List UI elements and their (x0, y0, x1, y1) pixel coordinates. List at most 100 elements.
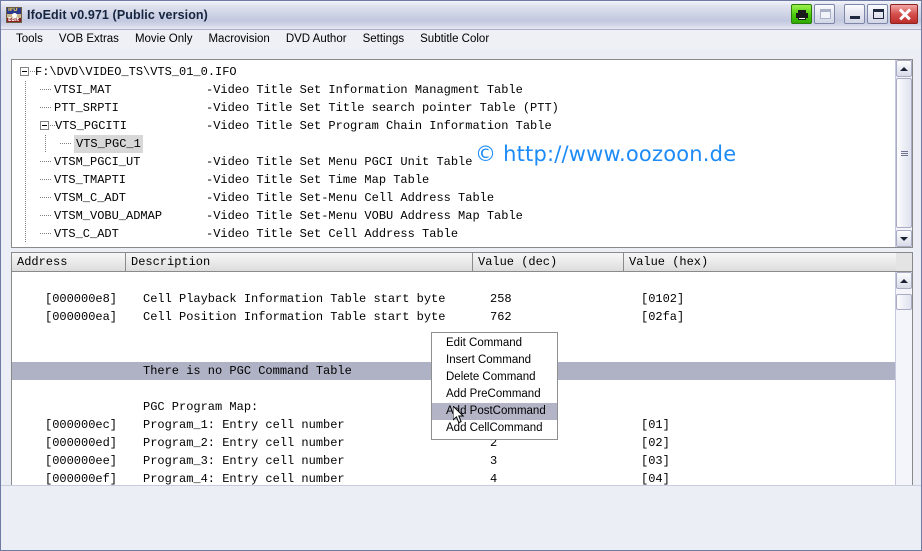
printer-icon (796, 10, 808, 20)
cell-value-dec: 762 (490, 310, 512, 324)
maximize-button[interactable] (867, 4, 888, 24)
print-button[interactable] (791, 4, 812, 24)
close-button[interactable] (890, 4, 918, 24)
tree-line (40, 179, 52, 180)
tree-line (25, 171, 26, 189)
tree-node-label: VTSM_PGCI_UT (54, 155, 141, 169)
minimize-icon (850, 16, 860, 19)
tree-node-description: -Video Title Set Menu PGCI Unit Table (206, 155, 473, 169)
context-menu-item-insert-command[interactable]: Insert Command (432, 352, 557, 369)
tree-node-description: -Video Title Set-Menu VOBU Address Map T… (206, 209, 523, 223)
tree-node-5[interactable]: VTS_TMAPTI -Video Title Set Time Map Tabl… (12, 171, 895, 189)
column-header-value-hex-[interactable]: Value (hex) (624, 253, 896, 271)
cell-value-dec: 258 (490, 292, 512, 306)
tree-line (60, 143, 72, 144)
table-row[interactable] (12, 272, 895, 290)
cell-description: Program_1: Entry cell number (143, 418, 345, 432)
column-header-description[interactable]: Description (126, 253, 473, 271)
menu-item-subtitle-color[interactable]: Subtitle Color (412, 32, 497, 47)
menu-item-dvd-author[interactable]: DVD Author (278, 32, 355, 47)
cell-value-hex: [02] (641, 436, 670, 450)
tree-node-0[interactable]: VTSI_MAT -Video Title Set Information Man… (12, 81, 895, 99)
menu-item-movie-only[interactable]: Movie Only (127, 32, 201, 47)
tree-node-label: PTT_SRPTI (54, 101, 119, 115)
tree-line (40, 161, 52, 162)
tree-line (25, 135, 26, 153)
grip-icon (901, 151, 908, 156)
title-bar: IFO Edit IfoEdit v0.971 (Public version) (1, 1, 921, 30)
list-header: Address Description Value (dec) Value (hex) (12, 253, 912, 272)
restore-small-button[interactable] (814, 4, 835, 24)
maximize-icon (873, 9, 884, 19)
tree-node-1[interactable]: PTT_SRPTI -Video Title Set Title search p… (12, 99, 895, 117)
tree-node-3[interactable]: VTS_PGC_1 (12, 135, 895, 153)
tree-collapse-icon[interactable] (20, 67, 29, 76)
column-header-address[interactable]: Address (12, 253, 126, 271)
bottom-toolbar: Show Reserved Values OpenSaveRegion free… (1, 485, 921, 550)
tree-node-description: -Video Title Set Time Map Table (206, 173, 430, 187)
titlebar-buttons (789, 4, 918, 24)
window-title: IfoEdit v0.971 (Public version) (27, 8, 208, 22)
cell-address: [000000ee] (45, 454, 118, 468)
table-row[interactable]: [000000ea] Cell Position Information Tabl… (12, 308, 895, 326)
table-row[interactable]: [000000e8] Cell Playback Information Tabl… (12, 290, 895, 308)
menu-item-tools[interactable]: Tools (8, 32, 51, 47)
chevron-up-icon (900, 278, 908, 283)
watermark: © http://www.oozoon.de (475, 142, 737, 166)
cell-value-dec: 3 (490, 454, 498, 468)
tree-node-label: VTS_PGC_1 (74, 135, 143, 153)
context-menu-item-add-cellcommand[interactable]: Add CellCommand (432, 420, 557, 437)
tree-line (45, 135, 46, 153)
ifo-structure-tree[interactable]: F:\DVD\VIDEO_TS\VTS_01_0.IFO VTSI_MAT -Vid… (11, 59, 913, 248)
tree-node-description: -Video Title Set Title search pointer Ta… (206, 101, 559, 115)
command-context-menu[interactable]: Edit Command Insert Command Delete Command… (431, 332, 558, 440)
column-header-value-dec-[interactable]: Value (dec) (473, 253, 624, 271)
tree-node-label: F:\DVD\VIDEO_TS\VTS_01_0.IFO (35, 65, 237, 79)
cell-value-hex: [0102] (641, 292, 685, 306)
tree-line (25, 117, 26, 135)
menu-item-settings[interactable]: Settings (355, 32, 413, 47)
context-menu-item-add-precommand[interactable]: Add PreCommand (432, 386, 557, 403)
restore-icon (820, 9, 831, 19)
tree-line (25, 153, 26, 171)
context-menu-item-delete-command[interactable]: Delete Command (432, 369, 557, 386)
menu-item-macrovision[interactable]: Macrovision (200, 32, 277, 47)
tree-node-description: -Video Title Set Program Chain Informati… (206, 119, 552, 133)
tree-line (40, 215, 52, 216)
table-row[interactable]: [000000ee] Program_3: Entry cell number 3 [… (12, 452, 895, 470)
tree-node-7[interactable]: VTSM_VOBU_ADMAP -Video Title Set-Menu VOB… (12, 207, 895, 225)
cell-address: [000000ec] (45, 418, 118, 432)
tree-node-root[interactable]: F:\DVD\VIDEO_TS\VTS_01_0.IFO (12, 63, 895, 81)
chevron-down-icon (900, 236, 908, 241)
tree-line (40, 233, 52, 234)
tree-node-4[interactable]: VTSM_PGCI_UT -Video Title Set Menu PGCI U… (12, 153, 895, 171)
tree-line (25, 207, 26, 225)
tree-scroll-up-button[interactable] (896, 60, 912, 77)
tree-line (25, 189, 26, 207)
tree-node-6[interactable]: VTSM_C_ADT -Video Title Set-Menu Cell Add… (12, 189, 895, 207)
tree-scrollbar[interactable] (895, 60, 912, 247)
tree-node-2[interactable]: VTS_PGCITI -Video Title Set Program Chain… (12, 117, 895, 135)
list-scroll-up-button[interactable] (896, 272, 912, 289)
minimize-button[interactable] (844, 4, 865, 24)
menu-item-vob-extras[interactable]: VOB Extras (51, 32, 127, 47)
cell-description: Cell Position Information Table start by… (143, 310, 446, 324)
tree-node-label: VTSM_VOBU_ADMAP (54, 209, 163, 223)
tree-node-label: VTS_TMAPTI (54, 173, 127, 187)
tree-node-description: -Video Title Set Information Managment T… (206, 83, 523, 97)
list-scroll-thumb[interactable] (896, 294, 912, 310)
cell-address: [000000e8] (45, 292, 118, 306)
tree-node-label: VTSI_MAT (54, 83, 112, 97)
tree-scroll-thumb[interactable] (896, 78, 912, 228)
tree-node-label: VTS_PGCITI (55, 119, 128, 133)
context-menu-item-add-postcommand[interactable]: Add PostCommand (432, 403, 557, 420)
tree-node-label: VTSM_C_ADT (54, 191, 127, 205)
tree-scroll-down-button[interactable] (896, 230, 912, 247)
tree-collapse-icon[interactable] (40, 121, 49, 130)
cell-description: Program_3: Entry cell number (143, 454, 345, 468)
menu-bar: Tools VOB Extras Movie Only Macrovision DVD … (1, 30, 921, 50)
cell-description: Cell Playback Information Table start by… (143, 292, 446, 306)
context-menu-item-edit-command[interactable]: Edit Command (432, 335, 557, 352)
ifoedit-window: IFO Edit IfoEdit v0.971 (Public version) (0, 0, 922, 551)
tree-node-8[interactable]: VTS_C_ADT -Video Title Set Cell Address T… (12, 225, 895, 243)
